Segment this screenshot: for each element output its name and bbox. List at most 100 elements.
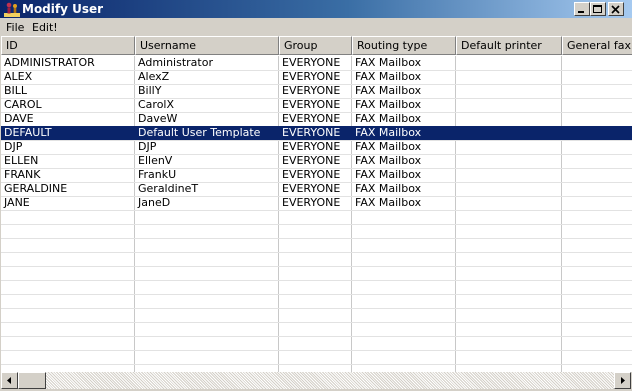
- table-cell: EVERYONE: [282, 112, 341, 125]
- table-cell: EVERYONE: [282, 56, 341, 69]
- table-cell: FrankU: [138, 168, 177, 181]
- row-gridline: [1, 294, 632, 295]
- table-cell: BILL: [4, 84, 28, 97]
- close-button[interactable]: [608, 2, 624, 16]
- table-row[interactable]: ELLEN EllenV EVERYONE FAX Mailbox: [1, 154, 632, 168]
- table-row[interactable]: DJP DJP EVERYONE FAX Mailbox: [1, 140, 632, 154]
- column-header-username[interactable]: Username: [135, 36, 279, 55]
- scroll-thumb[interactable]: [18, 372, 46, 389]
- table-cell: EVERYONE: [282, 98, 341, 111]
- row-gridline: [1, 238, 632, 239]
- table-cell: EVERYONE: [282, 126, 341, 139]
- table-cell: [456, 182, 562, 196]
- row-gridline: [1, 336, 632, 337]
- table-cell: CarolX: [138, 98, 175, 111]
- minimize-button[interactable]: [574, 2, 590, 16]
- table-cell: GeraldineT: [138, 182, 199, 195]
- table-cell: BillY: [138, 84, 162, 97]
- table-cell: [456, 154, 562, 168]
- table-cell: [562, 126, 632, 140]
- table-cell: [456, 126, 562, 140]
- title-bar[interactable]: Modify User: [0, 0, 632, 18]
- menu-bar: File Edit!: [0, 18, 632, 36]
- table-cell: DJP: [138, 140, 157, 153]
- column-header-general-fax[interactable]: General fax: [562, 36, 632, 55]
- table-cell: [562, 112, 632, 126]
- row-gridline: [1, 364, 632, 365]
- table-cell: ADMINISTRATOR: [4, 56, 95, 69]
- table-cell: EVERYONE: [282, 168, 341, 181]
- table-cell: FAX Mailbox: [355, 98, 422, 111]
- table-cell: FAX Mailbox: [355, 154, 422, 167]
- window-title: Modify User: [22, 2, 104, 16]
- row-gridline: [1, 224, 632, 225]
- table-cell: Administrator: [138, 56, 213, 69]
- table-cell: [456, 84, 562, 98]
- menu-file[interactable]: File: [6, 21, 24, 34]
- table-row[interactable]: DAVE DaveW EVERYONE FAX Mailbox: [1, 112, 632, 126]
- table-row[interactable]: JANE JaneD EVERYONE FAX Mailbox: [1, 196, 632, 210]
- table-cell: FAX Mailbox: [355, 112, 422, 125]
- row-gridline: [1, 252, 632, 253]
- table-cell: [562, 182, 632, 196]
- table-cell: DaveW: [138, 112, 178, 125]
- table-cell: [456, 168, 562, 182]
- row-gridline: [1, 322, 632, 323]
- arrow-left-icon: [7, 377, 11, 384]
- table-cell: [562, 98, 632, 112]
- table-cell: [562, 154, 632, 168]
- table-cell: [562, 168, 632, 182]
- row-gridline: [1, 280, 632, 281]
- table-cell: [562, 196, 632, 210]
- row-gridline: [1, 350, 632, 351]
- table-cell: FAX Mailbox: [355, 56, 422, 69]
- table-row[interactable]: CAROL CarolX EVERYONE FAX Mailbox: [1, 98, 632, 112]
- table-cell: [562, 70, 632, 84]
- maximize-icon: [593, 5, 602, 13]
- table-cell: DJP: [4, 140, 23, 153]
- column-header-routing-type[interactable]: Routing type: [352, 36, 456, 55]
- table-row[interactable]: FRANK FrankU EVERYONE FAX Mailbox: [1, 168, 632, 182]
- table-cell: FAX Mailbox: [355, 168, 422, 181]
- table-cell: FRANK: [4, 168, 41, 181]
- horizontal-scrollbar[interactable]: [0, 372, 632, 389]
- user-list-view[interactable]: ID Username Group Routing type Default p…: [0, 36, 632, 391]
- table-cell: FAX Mailbox: [355, 84, 422, 97]
- table-cell: FAX Mailbox: [355, 140, 422, 153]
- table-row[interactable]: ALEX AlexZ EVERYONE FAX Mailbox: [1, 70, 632, 84]
- close-icon: [611, 5, 620, 14]
- maximize-button[interactable]: [590, 2, 606, 16]
- table-row[interactable]: ADMINISTRATOR Administrator EVERYONE FAX Ma…: [1, 56, 632, 70]
- table-cell: AlexZ: [138, 70, 170, 83]
- table-cell: FAX Mailbox: [355, 126, 422, 139]
- scroll-right-button[interactable]: [614, 372, 631, 389]
- row-gridline: [1, 210, 632, 211]
- table-cell: EVERYONE: [282, 154, 341, 167]
- table-cell: EVERYONE: [282, 70, 341, 83]
- minimize-icon: [578, 11, 584, 13]
- table-row[interactable]: BILL BillY EVERYONE FAX Mailbox: [1, 84, 632, 98]
- table-header: ID Username Group Routing type Default p…: [1, 36, 632, 55]
- scroll-track[interactable]: [46, 372, 614, 389]
- scroll-left-button[interactable]: [1, 372, 18, 389]
- user-figure-icon: [4, 1, 20, 17]
- arrow-right-icon: [621, 377, 625, 384]
- table-cell: JaneD: [138, 196, 171, 209]
- row-gridline: [1, 308, 632, 309]
- table-row[interactable]: DEFAULT Default User Template EVERYONE FAX …: [1, 126, 632, 140]
- table-cell: [456, 56, 562, 70]
- table-cell: [562, 140, 632, 154]
- column-header-default-printer[interactable]: Default printer: [456, 36, 562, 55]
- column-header-group[interactable]: Group: [279, 36, 352, 55]
- menu-edit[interactable]: Edit!: [32, 21, 58, 34]
- user-table: ID Username Group Routing type Default p…: [1, 36, 632, 372]
- table-cell: EllenV: [138, 154, 173, 167]
- table-cell: EVERYONE: [282, 84, 341, 97]
- table-cell: [456, 140, 562, 154]
- table-row[interactable]: GERALDINE GeraldineT EVERYONE FAX Mailbox: [1, 182, 632, 196]
- table-cell: ALEX: [4, 70, 33, 83]
- table-cell: GERALDINE: [4, 182, 68, 195]
- table-cell: ELLEN: [4, 154, 39, 167]
- column-header-id[interactable]: ID: [1, 36, 135, 55]
- table-cell: FAX Mailbox: [355, 196, 422, 209]
